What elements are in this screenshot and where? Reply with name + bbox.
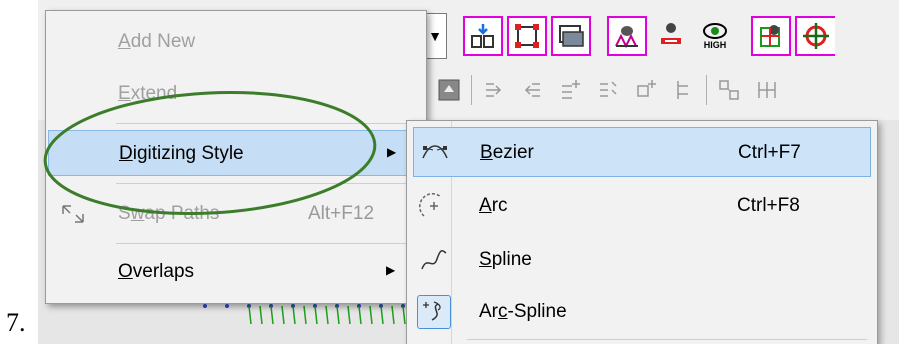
view-stitches-icon[interactable] — [607, 16, 647, 56]
submenu-item-bezier[interactable]: Bezier Ctrl+F7 — [413, 127, 871, 177]
stitch-line — [325, 305, 329, 325]
submenu-item-label: Spline — [479, 249, 532, 270]
menu-item-add-new[interactable]: Add New — [48, 19, 424, 65]
branch-right-icon[interactable] — [478, 74, 510, 106]
stitch-line — [303, 305, 307, 325]
stitch-line — [358, 305, 362, 325]
menu-item-label: Extend — [118, 83, 178, 104]
stitch-line — [314, 305, 318, 325]
menu-separator — [116, 183, 418, 184]
submenu-item-spline[interactable]: Spline — [413, 235, 871, 285]
stitch-dot — [203, 304, 207, 308]
menu-separator — [116, 123, 418, 124]
submenu-item-shortcut: Ctrl+F8 — [737, 195, 800, 216]
layout-icon[interactable] — [713, 74, 745, 106]
menu-item-digitizing-style[interactable]: Digitizing Style ▶ — [48, 130, 424, 176]
arc-icon — [417, 189, 451, 223]
submenu-item-shortcut: Ctrl+F7 — [738, 142, 801, 163]
tree-branch-icon[interactable] — [668, 74, 700, 106]
menu-item-label: Overlaps — [118, 261, 195, 282]
import-icon[interactable] — [463, 16, 503, 56]
spline-icon — [417, 243, 451, 277]
toolbar-separator — [706, 75, 707, 105]
submenu-item-label: Bezier — [480, 142, 534, 163]
submenu-arrow-icon: ▶ — [387, 145, 397, 159]
stitch-line — [281, 305, 285, 325]
frame-icon[interactable] — [507, 16, 547, 56]
insert-branch-icon[interactable] — [554, 74, 586, 106]
menu-item-overlaps[interactable]: Overlaps ▶ — [48, 249, 424, 295]
needle-icon[interactable] — [651, 16, 691, 56]
group-branch-icon[interactable] — [630, 74, 662, 106]
high-label: HIGH — [703, 40, 727, 50]
menu-separator — [467, 339, 867, 340]
toolbar-row-1: ▼ HIGH — [423, 8, 835, 64]
menu-item-extend[interactable]: Extend — [48, 71, 424, 117]
branch-left-icon[interactable] — [516, 74, 548, 106]
stitch-line — [391, 305, 395, 325]
menu-item-swap-paths[interactable]: Swap Paths Alt+F12 — [48, 191, 424, 237]
submenu-item-arc[interactable]: Arc Ctrl+F8 — [413, 181, 871, 231]
menu-item-shortcut: Alt+F12 — [308, 203, 375, 224]
grid-icon[interactable] — [751, 74, 783, 106]
toolbar-separator — [471, 75, 472, 105]
bezier-icon — [418, 136, 452, 170]
sort-branch-icon[interactable] — [592, 74, 624, 106]
stitch-line — [402, 305, 406, 325]
menu-item-label: Swap Paths — [118, 203, 220, 224]
image-icon[interactable] — [551, 16, 591, 56]
submenu-arrow-icon: ▶ — [386, 263, 396, 277]
stitch-line — [248, 305, 252, 325]
stitch-line — [347, 305, 351, 325]
menu-separator — [116, 243, 418, 244]
move-up-icon[interactable] — [433, 74, 465, 106]
arc-spline-icon — [417, 295, 451, 329]
digitizing-style-submenu: Bezier Ctrl+F7 Arc Ctrl+F8 Spline Arc-Sp… — [406, 120, 878, 344]
crosshair-icon[interactable] — [795, 16, 835, 56]
context-menu: Add New Extend Digitizing Style ▶ Swap P… — [45, 10, 427, 304]
stitch-line — [369, 305, 373, 325]
high-quality-icon[interactable]: HIGH — [695, 16, 735, 56]
toolbar-row-2 — [433, 70, 783, 110]
stitch-line — [270, 305, 274, 325]
submenu-item-label: Arc-Spline — [479, 301, 567, 322]
stitch-line — [292, 305, 296, 325]
menu-item-label: Add New — [118, 31, 196, 52]
stitch-dot — [225, 304, 229, 308]
stitch-line — [336, 305, 340, 325]
step-number: 7. — [6, 308, 26, 337]
stitch-line — [259, 305, 263, 325]
submenu-item-label: Arc — [479, 195, 508, 216]
submenu-item-arc-spline[interactable]: Arc-Spline — [413, 287, 871, 337]
app-screenshot: ▼ HIGH Add New Extend Digitizing Style ▶… — [38, 0, 899, 344]
swap-paths-icon — [60, 201, 86, 227]
stitch-line — [380, 305, 384, 325]
menu-item-label: Digitizing Style — [119, 143, 244, 164]
select-object-icon[interactable] — [751, 16, 791, 56]
